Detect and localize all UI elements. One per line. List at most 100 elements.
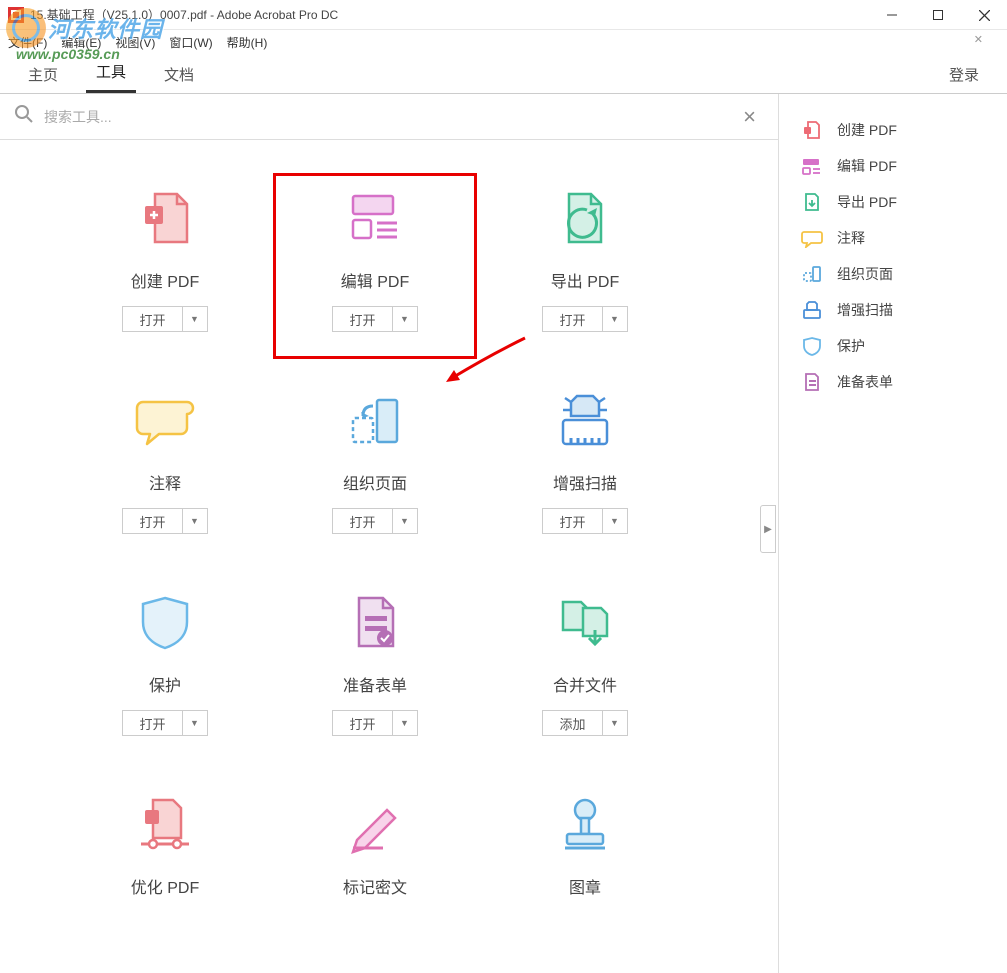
tool-action[interactable]: 添加▼ [542,710,627,736]
sidebar-item-label: 创建 PDF [837,120,897,140]
export-pdf-icon [801,192,823,212]
chevron-down-icon[interactable]: ▼ [183,509,207,533]
app-icon [8,7,24,23]
form-icon [339,586,411,658]
protect-icon [801,336,823,356]
tool-edit-pdf[interactable]: 编辑 PDF 打开▼ [270,170,480,362]
searchbar: × [0,94,778,140]
tab-home[interactable]: 主页 [18,56,68,93]
edit-pdf-icon [801,156,823,176]
stamp-icon [549,788,621,860]
menu-file[interactable]: 文件(F) [8,34,47,51]
close-button[interactable] [961,0,1007,30]
tool-form[interactable]: 准备表单 打开▼ [270,574,480,766]
edit-pdf-icon [339,182,411,254]
chevron-down-icon[interactable]: ▼ [393,509,417,533]
window-title: 15.基础工程（V25.1.0）0007.pdf - Adobe Acrobat… [30,6,338,23]
menubar-close-icon[interactable]: ✕ [974,33,983,46]
sidebar-item-organize[interactable]: 组织页面 [779,256,1007,292]
menu-window[interactable]: 窗口(W) [169,34,212,51]
tool-comment[interactable]: 注释 打开▼ [60,372,270,564]
tool-action[interactable]: 打开▼ [122,508,207,534]
tool-label: 导出 PDF [551,268,619,292]
chevron-down-icon[interactable]: ▼ [393,711,417,735]
tool-scan[interactable]: 增强扫描 打开▼ [480,372,690,564]
optimize-icon [129,788,201,860]
tool-action[interactable]: 打开▼ [542,306,627,332]
tool-label: 编辑 PDF [341,268,409,292]
tool-action[interactable]: 打开▼ [122,710,207,736]
tool-redact[interactable]: 标记密文 [270,776,480,942]
chevron-down-icon[interactable]: ▼ [393,307,417,331]
tool-label: 准备表单 [343,672,407,696]
scan-icon [549,384,621,456]
organize-icon [339,384,411,456]
tool-export-pdf[interactable]: 导出 PDF 打开▼ [480,170,690,362]
sidebar-item-comment[interactable]: 注释 [779,220,1007,256]
menu-edit[interactable]: 编辑(E) [61,34,101,51]
redact-icon [339,788,411,860]
titlebar: 15.基础工程（V25.1.0）0007.pdf - Adobe Acrobat… [0,0,1007,30]
tool-optimize[interactable]: 优化 PDF [60,776,270,942]
tool-label: 优化 PDF [131,874,199,898]
login-link[interactable]: 登录 [939,56,989,93]
chevron-down-icon[interactable]: ▼ [183,711,207,735]
tool-grid: 创建 PDF 打开▼ 编辑 PDF 打开▼ 导出 PDF 打开▼ [0,140,758,952]
tool-label: 标记密文 [343,874,407,898]
chevron-down-icon[interactable]: ▼ [603,509,627,533]
minimize-button[interactable] [869,0,915,30]
maximize-button[interactable] [915,0,961,30]
comment-icon [129,384,201,456]
tab-document[interactable]: 文档 [154,56,204,93]
sidebar-item-edit-pdf[interactable]: 编辑 PDF [779,148,1007,184]
sidebar-item-export-pdf[interactable]: 导出 PDF [779,184,1007,220]
sidebar-item-scan[interactable]: 增强扫描 [779,292,1007,328]
sidebar-item-protect[interactable]: 保护 [779,328,1007,364]
sidebar-item-form[interactable]: 准备表单 [779,364,1007,400]
chevron-down-icon[interactable]: ▼ [603,711,627,735]
tool-label: 保护 [149,672,181,696]
tool-action[interactable]: 打开▼ [332,508,417,534]
scan-icon [801,300,823,320]
tabbar: 主页 工具 文档 登录 [0,54,1007,94]
tool-label: 图章 [569,874,601,898]
search-icon [14,104,34,129]
organize-icon [801,264,823,284]
protect-icon [129,586,201,658]
form-icon [801,372,823,392]
chevron-down-icon[interactable]: ▼ [603,307,627,331]
tool-action[interactable]: 打开▼ [122,306,207,332]
menu-help[interactable]: 帮助(H) [227,34,268,51]
tool-action[interactable]: 打开▼ [332,710,417,736]
tool-stamp[interactable]: 图章 [480,776,690,942]
tool-label: 合并文件 [553,672,617,696]
tool-organize[interactable]: 组织页面 打开▼ [270,372,480,564]
create-pdf-icon [801,120,823,140]
tool-action[interactable]: 打开▼ [542,508,627,534]
sidebar-collapse-handle[interactable]: ▶ [760,505,776,553]
tool-action[interactable]: 打开▼ [332,306,417,332]
sidebar-item-create-pdf[interactable]: 创建 PDF [779,112,1007,148]
sidebar: 创建 PDF 编辑 PDF 导出 PDF 注释 组织页面 增强扫描 保护 准备 [779,94,1007,973]
tool-label: 注释 [149,470,181,494]
tools-scroll[interactable]: 创建 PDF 打开▼ 编辑 PDF 打开▼ 导出 PDF 打开▼ [0,140,778,973]
search-clear-icon[interactable]: × [735,104,764,130]
create-pdf-icon [129,182,201,254]
search-input[interactable] [44,109,735,125]
sidebar-item-label: 导出 PDF [837,192,897,212]
sidebar-item-label: 注释 [837,228,865,248]
tool-combine[interactable]: 合并文件 添加▼ [480,574,690,766]
sidebar-item-label: 准备表单 [837,372,893,392]
tab-tools[interactable]: 工具 [86,53,136,93]
combine-icon [549,586,621,658]
comment-icon [801,228,823,248]
tool-label: 组织页面 [343,470,407,494]
menubar: 文件(F) 编辑(E) 视图(V) 窗口(W) 帮助(H) ✕ [0,30,1007,54]
sidebar-item-label: 组织页面 [837,264,893,284]
tool-label: 创建 PDF [131,268,199,292]
tool-create-pdf[interactable]: 创建 PDF 打开▼ [60,170,270,362]
tool-protect[interactable]: 保护 打开▼ [60,574,270,766]
menu-view[interactable]: 视图(V) [115,34,155,51]
sidebar-item-label: 保护 [837,336,865,356]
chevron-down-icon[interactable]: ▼ [183,307,207,331]
